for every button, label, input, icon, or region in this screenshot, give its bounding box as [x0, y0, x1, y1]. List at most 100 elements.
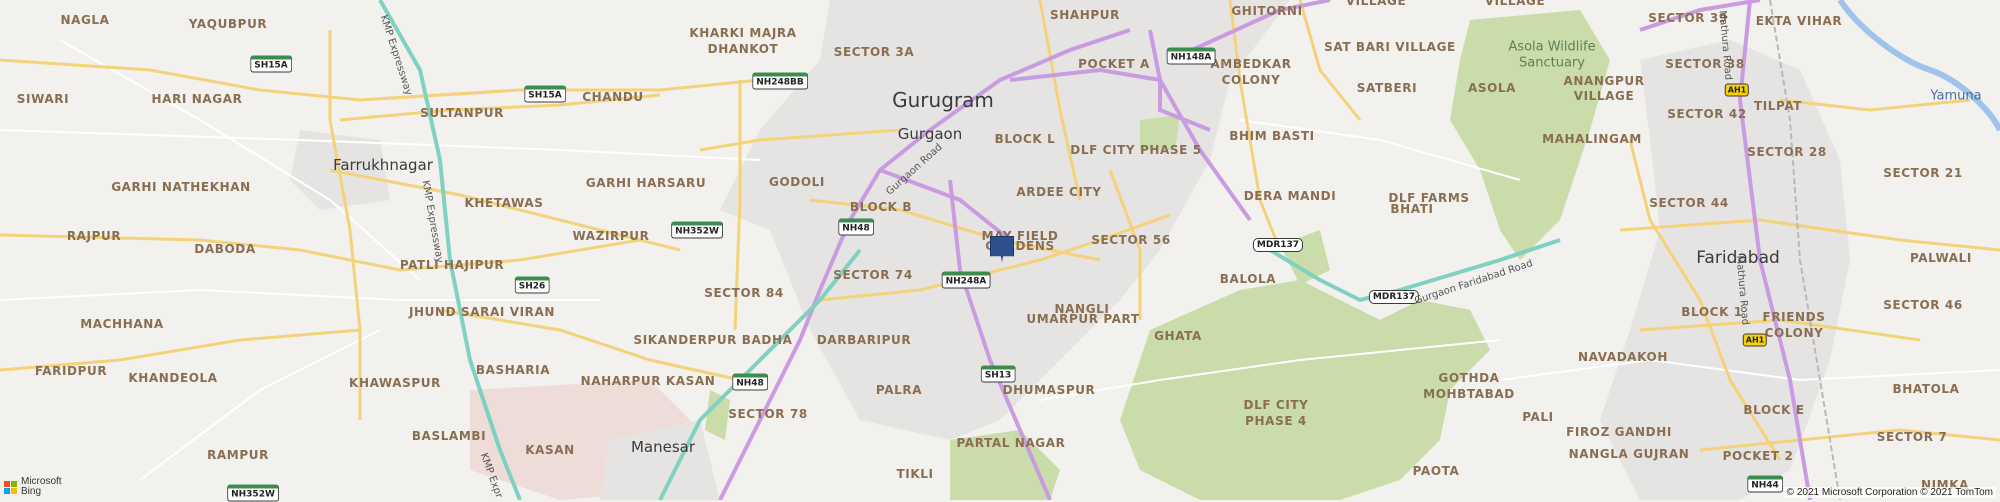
locality-label: BLOCK L: [995, 132, 1056, 146]
locality-label: SECTOR 38: [1665, 57, 1745, 71]
locality-label: BASHARIA: [476, 363, 550, 377]
locality-label: KHANDEOLA: [128, 371, 217, 385]
locality-label: SECTOR 46: [1883, 298, 1963, 312]
locality-label: GHATA: [1154, 329, 1202, 343]
locality-label: SATBERI: [1357, 81, 1417, 95]
city-label-manesar: Manesar: [631, 438, 695, 456]
locality-label: GOTHDA: [1438, 371, 1499, 385]
locality-label: POCKET 2: [1723, 449, 1794, 463]
locality-label: AMBEDKAR: [1210, 57, 1291, 71]
locality-label: BHATOLA: [1892, 382, 1959, 396]
locality-label: GARHI NATHEKHAN: [111, 180, 251, 194]
city-label-farrukhnagar: Farrukhnagar: [333, 156, 433, 174]
locality-label: DERA MANDI: [1244, 189, 1337, 203]
locality-label: SECTOR 7: [1877, 430, 1948, 444]
locality-label: VILLAGE: [1574, 89, 1635, 103]
locality-label: CHANDU: [582, 90, 644, 104]
locality-label: BALOLA: [1220, 272, 1276, 286]
route-shield: NH48: [838, 219, 874, 236]
locality-label: SAT BARI VILLAGE: [1324, 40, 1456, 54]
locality-label: JHUND SARAI VIRAN: [409, 305, 555, 319]
locality-label: DHUMASPUR: [1003, 383, 1096, 397]
locality-label: DLF CITY PHASE 5: [1070, 143, 1201, 157]
locality-label: EKTA VIHAR: [1756, 14, 1843, 28]
locality-label: KHARKI MAJRA: [689, 26, 796, 40]
locality-label: BLOCK B: [850, 200, 912, 214]
locality-label: KASAN: [525, 443, 575, 457]
locality-label: BLOCK 1: [1681, 305, 1742, 319]
locality-label: RAMPUR: [207, 448, 269, 462]
route-shield: SH15A: [524, 86, 566, 103]
locality-label: NAGLA: [60, 13, 109, 27]
route-shield: NH248A: [942, 272, 991, 289]
route-shield: MDR137: [1253, 238, 1303, 252]
locality-label: RAJPUR: [67, 229, 121, 243]
route-shield: AH1: [1725, 84, 1749, 97]
locality-label: SIKANDERPUR BADHA: [633, 333, 792, 347]
locality-label: DARBARIPUR: [817, 333, 911, 347]
locality-label: BLOCK E: [1743, 403, 1804, 417]
river-label: Yamuna: [1930, 89, 1981, 104]
locality-label: DLF CITY: [1244, 398, 1309, 412]
locality-label: SECTOR 56: [1091, 233, 1171, 247]
park-label: Sanctuary: [1519, 56, 1585, 71]
locality-label: FARIDPUR: [35, 364, 107, 378]
route-shield: NH48: [732, 374, 768, 391]
locality-label: GHITORNI: [1231, 4, 1302, 18]
locality-label: WAZIRPUR: [573, 229, 650, 243]
route-shield: NH44: [1747, 476, 1783, 493]
locality-label: FIROZ GANDHI: [1566, 425, 1672, 439]
locality-label: TIKLI: [896, 467, 933, 481]
locality-label: SECTOR 3A: [834, 45, 915, 59]
locality-label: SECTOR 74: [833, 268, 913, 282]
route-shield: NH352W: [671, 222, 723, 239]
city-label-gurugram: Gurugram: [892, 88, 994, 112]
microsoft-bing-logo: Microsoft Bing: [4, 477, 62, 497]
locality-label: SECTOR 84: [704, 286, 784, 300]
locality-label: KHETAWAS: [465, 196, 544, 210]
locality-label: COLONY: [1765, 326, 1824, 340]
locality-label: SECTOR 21: [1883, 166, 1963, 180]
locality-label: VILLAGE: [1346, 0, 1407, 8]
city-label-gurgaon: Gurgaon: [898, 125, 962, 143]
locality-label: PALI: [1522, 410, 1554, 424]
route-shield: NH352W: [227, 485, 279, 502]
locality-label: BASLAMBI: [412, 429, 486, 443]
locality-label: NANGLA GUJRAN: [1569, 447, 1690, 461]
locality-label: DABODA: [194, 242, 255, 256]
route-shield: SH26: [515, 277, 550, 294]
locality-label: HARI NAGAR: [152, 92, 243, 106]
locality-label: PATLI HAJIPUR: [400, 258, 504, 272]
locality-label: SECTOR 44: [1649, 196, 1729, 210]
route-shield: NH248BB: [752, 73, 808, 90]
locality-label: PALWALI: [1910, 251, 1972, 265]
bing-logo-line2: Bing: [21, 487, 62, 497]
route-shield: NH148A: [1167, 48, 1216, 65]
locality-label: NAHARPUR KASAN: [581, 374, 716, 388]
locality-label: YAQUBPUR: [189, 17, 268, 31]
locality-label: COLONY: [1222, 73, 1281, 87]
park-label: Asola Wildlife: [1508, 40, 1595, 55]
locality-label: PHASE 4: [1245, 414, 1307, 428]
locality-label: PALRA: [876, 383, 922, 397]
route-shield: AH1: [1743, 334, 1767, 347]
locality-label: SECTOR 28: [1747, 145, 1827, 159]
locality-label: ASOLA: [1468, 81, 1516, 95]
route-shield: SH13: [981, 366, 1016, 383]
locality-label: MOHBTABAD: [1423, 387, 1515, 401]
locality-label: GODOLI: [769, 175, 825, 189]
copyright-notice: © 2021 Microsoft Corporation © 2021 TomT…: [1784, 487, 1996, 498]
locality-label: PARTAL NAGAR: [957, 436, 1066, 450]
locality-label: SECTOR 78: [728, 407, 808, 421]
locality-label: FRIENDS: [1763, 310, 1826, 324]
locality-label: MACHHANA: [80, 317, 164, 331]
locality-label: MAHALINGAM: [1542, 132, 1642, 146]
locality-label: ANANGPUR: [1563, 74, 1644, 88]
locality-label: SIWARI: [17, 92, 69, 106]
locality-label: POCKET A: [1078, 57, 1150, 71]
locality-label: TILPAT: [1754, 99, 1802, 113]
locality-label: DHANKOT: [708, 42, 779, 56]
locality-label: SHAHPUR: [1050, 8, 1120, 22]
locality-label: BHIM BASTI: [1229, 129, 1315, 143]
locality-label: KHAWASPUR: [349, 376, 441, 390]
